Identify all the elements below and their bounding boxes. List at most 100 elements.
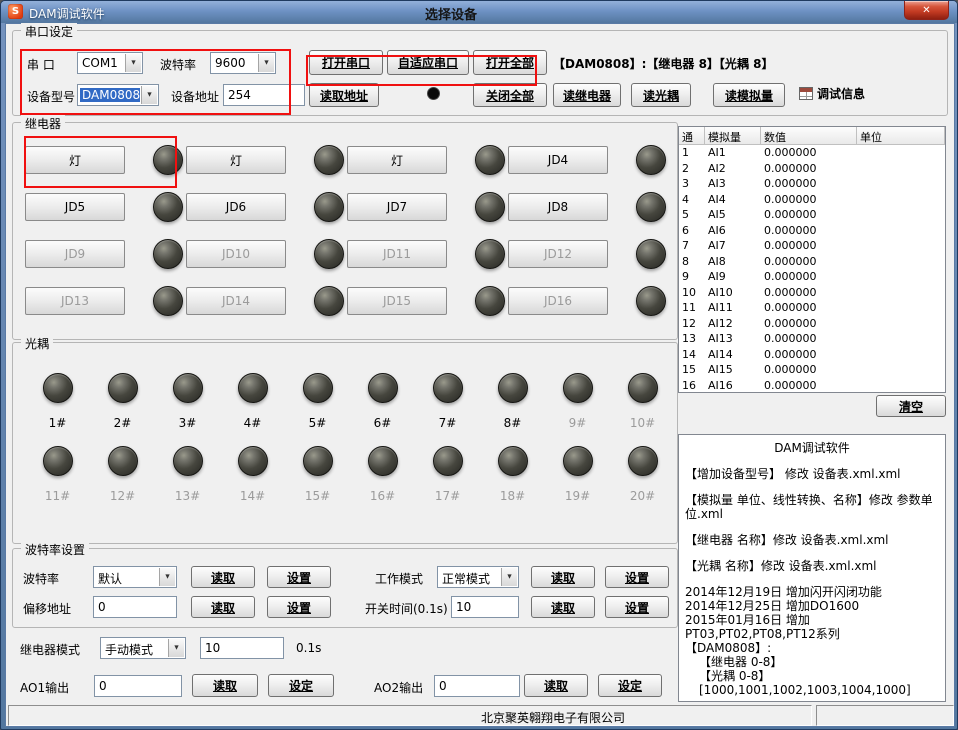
- relay-knob-icon-5[interactable]: [153, 192, 183, 222]
- opto-knob-icon-20[interactable]: [628, 446, 658, 476]
- relay-knob-icon-15[interactable]: [475, 286, 505, 316]
- relay-knob-icon-7[interactable]: [475, 192, 505, 222]
- relay-button-11[interactable]: JD11: [347, 240, 447, 268]
- work-mode-set-button[interactable]: 设置: [605, 566, 669, 588]
- analog-table-row-9[interactable]: 9AI90.000000: [679, 269, 945, 285]
- analog-table-row-15[interactable]: 15AI150.000000: [679, 362, 945, 378]
- relay-button-13[interactable]: JD13: [25, 287, 125, 315]
- relay-knob-icon-1[interactable]: [153, 145, 183, 175]
- relay-button-14[interactable]: JD14: [186, 287, 286, 315]
- read-opto-button[interactable]: 读光耦: [631, 83, 691, 107]
- switch-time-set-button[interactable]: 设置: [605, 596, 669, 618]
- relay-button-16[interactable]: JD16: [508, 287, 608, 315]
- analog-table-row-8[interactable]: 8AI80.000000: [679, 254, 945, 270]
- relay-button-9[interactable]: JD9: [25, 240, 125, 268]
- debug-info-button[interactable]: 调试信息: [799, 85, 865, 102]
- opto-knob-icon-17[interactable]: [433, 446, 463, 476]
- opto-knob-icon-13[interactable]: [173, 446, 203, 476]
- relay-button-12[interactable]: JD12: [508, 240, 608, 268]
- opto-knob-icon-3[interactable]: [173, 373, 203, 403]
- analog-table-row-10[interactable]: 10AI100.000000: [679, 285, 945, 301]
- analog-table-row-4[interactable]: 4AI40.000000: [679, 192, 945, 208]
- relay-button-8[interactable]: JD8: [508, 193, 608, 221]
- opto-knob-icon-16[interactable]: [368, 446, 398, 476]
- relay-knob-icon-12[interactable]: [636, 239, 666, 269]
- relay-button-2[interactable]: 灯: [186, 146, 286, 174]
- relay-knob-icon-14[interactable]: [314, 286, 344, 316]
- relay-button-1[interactable]: 灯: [25, 146, 125, 174]
- opto-knob-icon-6[interactable]: [368, 373, 398, 403]
- opto-knob-icon-15[interactable]: [303, 446, 333, 476]
- ao2-set-button[interactable]: 设定: [598, 674, 662, 697]
- read-address-button[interactable]: 读取地址: [309, 83, 379, 107]
- offset-read-button[interactable]: 读取: [191, 596, 255, 618]
- chevron-down-icon[interactable]: [159, 568, 175, 586]
- ao1-read-button[interactable]: 读取: [192, 674, 258, 697]
- offset-set-button[interactable]: 设置: [267, 596, 331, 618]
- analog-col-header-4[interactable]: 单位: [857, 127, 945, 145]
- relay-knob-icon-10[interactable]: [314, 239, 344, 269]
- opto-knob-icon-14[interactable]: [238, 446, 268, 476]
- opto-knob-icon-2[interactable]: [108, 373, 138, 403]
- chevron-down-icon[interactable]: [168, 639, 184, 657]
- opto-knob-icon-12[interactable]: [108, 446, 138, 476]
- close-all-button[interactable]: 关闭全部: [473, 83, 547, 107]
- relay-knob-icon-9[interactable]: [153, 239, 183, 269]
- opto-knob-icon-1[interactable]: [43, 373, 73, 403]
- opto-knob-icon-4[interactable]: [238, 373, 268, 403]
- relay-button-6[interactable]: JD6: [186, 193, 286, 221]
- baud-mode-select[interactable]: 默认: [93, 566, 177, 588]
- chevron-down-icon[interactable]: [141, 86, 157, 104]
- clear-button[interactable]: 清空: [876, 395, 946, 417]
- switch-time-input[interactable]: [451, 596, 519, 618]
- analog-table-row-12[interactable]: 12AI120.000000: [679, 316, 945, 332]
- relay-button-5[interactable]: JD5: [25, 193, 125, 221]
- analog-table-row-2[interactable]: 2AI20.000000: [679, 161, 945, 177]
- adaptive-serial-button[interactable]: 自适应串口: [387, 50, 469, 75]
- relay-button-15[interactable]: JD15: [347, 287, 447, 315]
- relay-knob-icon-4[interactable]: [636, 145, 666, 175]
- opto-knob-icon-5[interactable]: [303, 373, 333, 403]
- chevron-down-icon[interactable]: [125, 54, 141, 72]
- read-analog-button[interactable]: 读模拟量: [713, 83, 785, 107]
- relay-knob-icon-13[interactable]: [153, 286, 183, 316]
- relay-knob-icon-16[interactable]: [636, 286, 666, 316]
- analog-table-row-6[interactable]: 6AI60.000000: [679, 223, 945, 239]
- relay-button-10[interactable]: JD10: [186, 240, 286, 268]
- relay-knob-icon-3[interactable]: [475, 145, 505, 175]
- port-select[interactable]: COM1: [77, 52, 143, 74]
- analog-table-row-13[interactable]: 13AI130.000000: [679, 331, 945, 347]
- ao1-set-button[interactable]: 设定: [268, 674, 334, 697]
- analog-table-row-1[interactable]: 1AI10.000000: [679, 145, 945, 161]
- chevron-down-icon[interactable]: [258, 54, 274, 72]
- opto-knob-icon-10[interactable]: [628, 373, 658, 403]
- address-input[interactable]: [223, 84, 305, 106]
- opto-knob-icon-19[interactable]: [563, 446, 593, 476]
- relay-mode-select[interactable]: 手动模式: [100, 637, 186, 659]
- opto-knob-icon-11[interactable]: [43, 446, 73, 476]
- work-mode-read-button[interactable]: 读取: [531, 566, 595, 588]
- work-mode-select[interactable]: 正常模式: [437, 566, 519, 588]
- analog-col-header-2[interactable]: 模拟量: [705, 127, 761, 145]
- relay-knob-icon-6[interactable]: [314, 192, 344, 222]
- baud-read-button[interactable]: 读取: [191, 566, 255, 588]
- switch-time-read-button[interactable]: 读取: [531, 596, 595, 618]
- baud-select[interactable]: 9600: [210, 52, 276, 74]
- opto-knob-icon-8[interactable]: [498, 373, 528, 403]
- analog-table-row-5[interactable]: 5AI50.000000: [679, 207, 945, 223]
- opto-knob-icon-18[interactable]: [498, 446, 528, 476]
- opto-knob-icon-7[interactable]: [433, 373, 463, 403]
- relay-button-4[interactable]: JD4: [508, 146, 608, 174]
- chevron-down-icon[interactable]: [501, 568, 517, 586]
- ao2-input[interactable]: [434, 675, 520, 697]
- relay-time-input[interactable]: [200, 637, 284, 659]
- relay-knob-icon-2[interactable]: [314, 145, 344, 175]
- ao1-input[interactable]: [94, 675, 182, 697]
- open-serial-button[interactable]: 打开串口: [309, 50, 383, 75]
- opto-knob-icon-9[interactable]: [563, 373, 593, 403]
- read-relay-button[interactable]: 读继电器: [553, 83, 621, 107]
- close-button[interactable]: ✕: [904, 1, 949, 20]
- analog-table-row-14[interactable]: 14AI140.000000: [679, 347, 945, 363]
- offset-input[interactable]: [93, 596, 177, 618]
- analog-table-row-11[interactable]: 11AI110.000000: [679, 300, 945, 316]
